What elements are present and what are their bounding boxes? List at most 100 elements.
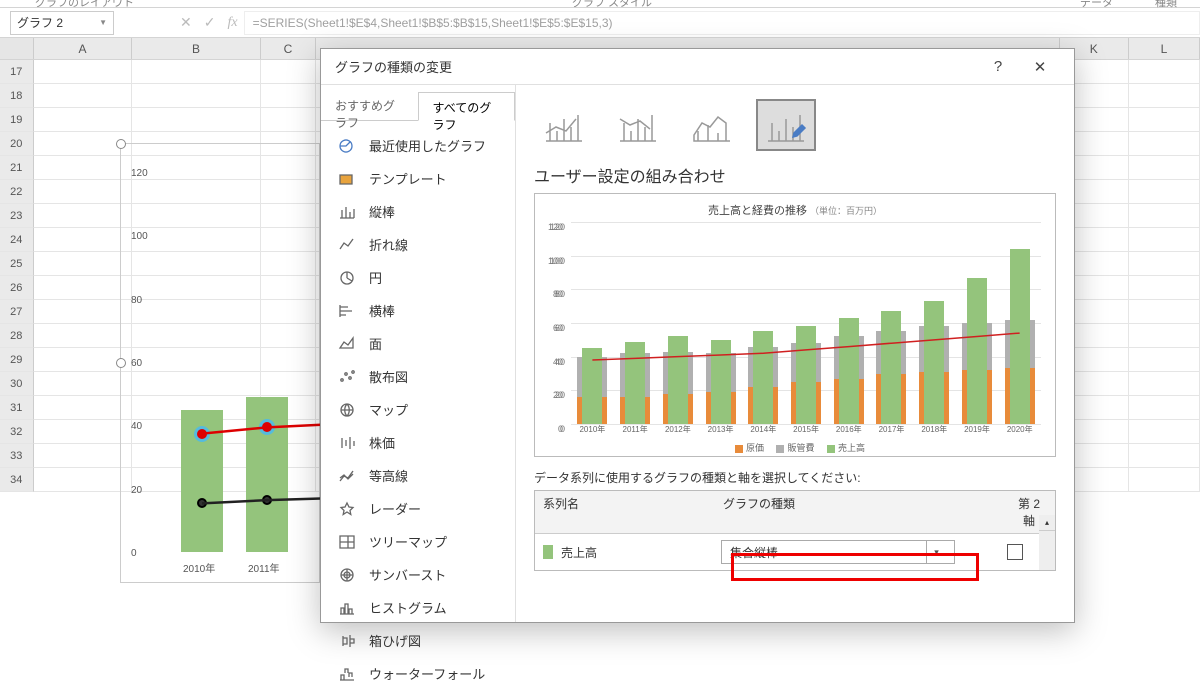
dialog-title: グラフの種類の変更: [335, 57, 452, 76]
chart-category-item[interactable]: レーダー: [321, 492, 515, 525]
ribbon-group-style: グラフ スタイル: [572, 0, 652, 10]
dialog-close-button[interactable]: ✕: [1020, 52, 1060, 82]
dialog-help-button[interactable]: ?: [978, 52, 1018, 82]
tab-all-charts[interactable]: すべてのグラフ: [418, 92, 515, 121]
chart-category-item[interactable]: 面: [321, 327, 515, 360]
series-chart-type-select[interactable]: 集合縦棒 ▾: [721, 540, 955, 564]
category-label: テンプレート: [369, 169, 447, 188]
category-icon: [337, 435, 357, 451]
category-label: ツリーマップ: [369, 532, 447, 551]
series-header-type: グラフの種類: [715, 491, 1003, 533]
category-label: マップ: [369, 400, 408, 419]
category-icon: [337, 303, 357, 319]
category-label: レーダー: [369, 499, 421, 518]
chart-category-item[interactable]: 散布図: [321, 360, 515, 393]
secondary-axis-checkbox[interactable]: [1007, 544, 1023, 560]
series-name: 売上高: [561, 544, 721, 561]
row-header[interactable]: 22: [0, 180, 34, 204]
row-header[interactable]: 18: [0, 84, 34, 108]
name-box[interactable]: グラフ 2 ▼: [10, 11, 114, 35]
row-header[interactable]: 25: [0, 252, 34, 276]
col-header-c[interactable]: C: [261, 38, 316, 59]
category-icon: [337, 336, 357, 352]
category-icon: [337, 633, 357, 649]
combo-preset-2[interactable]: [608, 99, 668, 151]
fx-icon[interactable]: fx: [227, 15, 237, 31]
chart-category-item[interactable]: 円: [321, 261, 515, 294]
formula-cancel-icon[interactable]: ✕: [180, 14, 192, 31]
chart-category-item[interactable]: ウォーターフォール: [321, 657, 515, 690]
preview-title: 売上高と経費の推移: [708, 205, 807, 217]
category-icon: [337, 600, 357, 616]
formula-text: =SERIES(Sheet1!$E$4,Sheet1!$B$5:$B$15,Sh…: [253, 16, 613, 30]
chart-category-item[interactable]: 折れ線: [321, 228, 515, 261]
series-table: 系列名 グラフの種類 第 2 軸 売上高 集合縦棒 ▾ ▴: [534, 490, 1056, 571]
row-header[interactable]: 30: [0, 372, 34, 396]
category-label: ウォーターフォール: [369, 664, 485, 683]
combo-preset-3[interactable]: [682, 99, 742, 151]
category-label: 最近使用したグラフ: [369, 136, 486, 155]
row-header[interactable]: 34: [0, 468, 34, 492]
ribbon-group-type: 種類: [1155, 0, 1177, 10]
row-header[interactable]: 27: [0, 300, 34, 324]
category-label: 円: [369, 268, 382, 287]
section-title: ユーザー設定の組み合わせ: [534, 163, 1056, 187]
col-header-a[interactable]: A: [34, 38, 133, 59]
row-header[interactable]: 17: [0, 60, 34, 84]
row-header[interactable]: 31: [0, 396, 34, 420]
row-header[interactable]: 19: [0, 108, 34, 132]
chart-category-item[interactable]: 縦棒: [321, 195, 515, 228]
col-header-b[interactable]: B: [132, 38, 260, 59]
chart-category-item[interactable]: ツリーマップ: [321, 525, 515, 558]
row-header[interactable]: 33: [0, 444, 34, 468]
series-header-name: 系列名: [535, 491, 715, 533]
category-icon: [337, 402, 357, 418]
row-header[interactable]: 29: [0, 348, 34, 372]
col-header-l[interactable]: L: [1129, 38, 1200, 59]
combo-preset-custom[interactable]: [756, 99, 816, 151]
chart-category-item[interactable]: 横棒: [321, 294, 515, 327]
name-box-dropdown-icon[interactable]: ▼: [99, 18, 107, 27]
row-header[interactable]: 26: [0, 276, 34, 300]
tab-recommended[interactable]: おすすめグラフ: [321, 91, 418, 120]
chart-category-item[interactable]: 最近使用したグラフ: [321, 129, 515, 162]
category-label: 散布図: [369, 367, 408, 386]
category-label: 縦棒: [369, 202, 395, 221]
ribbon-group-data: データ: [1080, 0, 1113, 10]
category-label: 面: [369, 334, 382, 353]
chart-preview: 売上高と経費の推移 （単位：百万円） 020406080100120020406…: [534, 193, 1056, 457]
chart-category-item[interactable]: マップ: [321, 393, 515, 426]
chart-category-item[interactable]: テンプレート: [321, 162, 515, 195]
preview-subtitle: （単位：百万円）: [810, 206, 882, 216]
select-all-corner[interactable]: [0, 38, 34, 59]
chart-category-item[interactable]: 株価: [321, 426, 515, 459]
category-label: 等高線: [369, 466, 408, 485]
ribbon-group-layout: グラフのレイアウト: [35, 0, 134, 10]
chart-category-item[interactable]: ヒストグラム: [321, 591, 515, 624]
series-prompt: データ系列に使用するグラフの種類と軸を選択してください:: [534, 469, 1056, 486]
chart-category-item[interactable]: 箱ひげ図: [321, 624, 515, 657]
series-scrollbar[interactable]: ▴: [1039, 515, 1055, 570]
change-chart-type-dialog: グラフの種類の変更 ? ✕ おすすめグラフ すべてのグラフ 最近使用したグラフテ…: [320, 48, 1075, 623]
formula-accept-icon[interactable]: ✓: [204, 14, 216, 31]
category-icon: [337, 204, 357, 220]
embedded-chart[interactable]: 0204060801001202010年2011年: [120, 143, 320, 583]
formula-bar[interactable]: =SERIES(Sheet1!$E$4,Sheet1!$B$5:$B$15,Sh…: [244, 11, 1200, 35]
row-header[interactable]: 20: [0, 132, 34, 156]
category-icon: [337, 171, 357, 187]
category-icon: [337, 237, 357, 253]
category-icon: [337, 666, 357, 682]
category-icon: [337, 138, 357, 154]
chart-category-item[interactable]: 等高線: [321, 459, 515, 492]
category-icon: [337, 369, 357, 385]
combo-preset-1[interactable]: [534, 99, 594, 151]
scroll-up-icon[interactable]: ▴: [1039, 515, 1055, 531]
category-label: 箱ひげ図: [369, 631, 421, 650]
row-header[interactable]: 28: [0, 324, 34, 348]
chart-category-item[interactable]: サンバースト: [321, 558, 515, 591]
row-header[interactable]: 32: [0, 420, 34, 444]
row-header[interactable]: 24: [0, 228, 34, 252]
row-header[interactable]: 23: [0, 204, 34, 228]
series-color-swatch: [543, 545, 553, 559]
row-header[interactable]: 21: [0, 156, 34, 180]
